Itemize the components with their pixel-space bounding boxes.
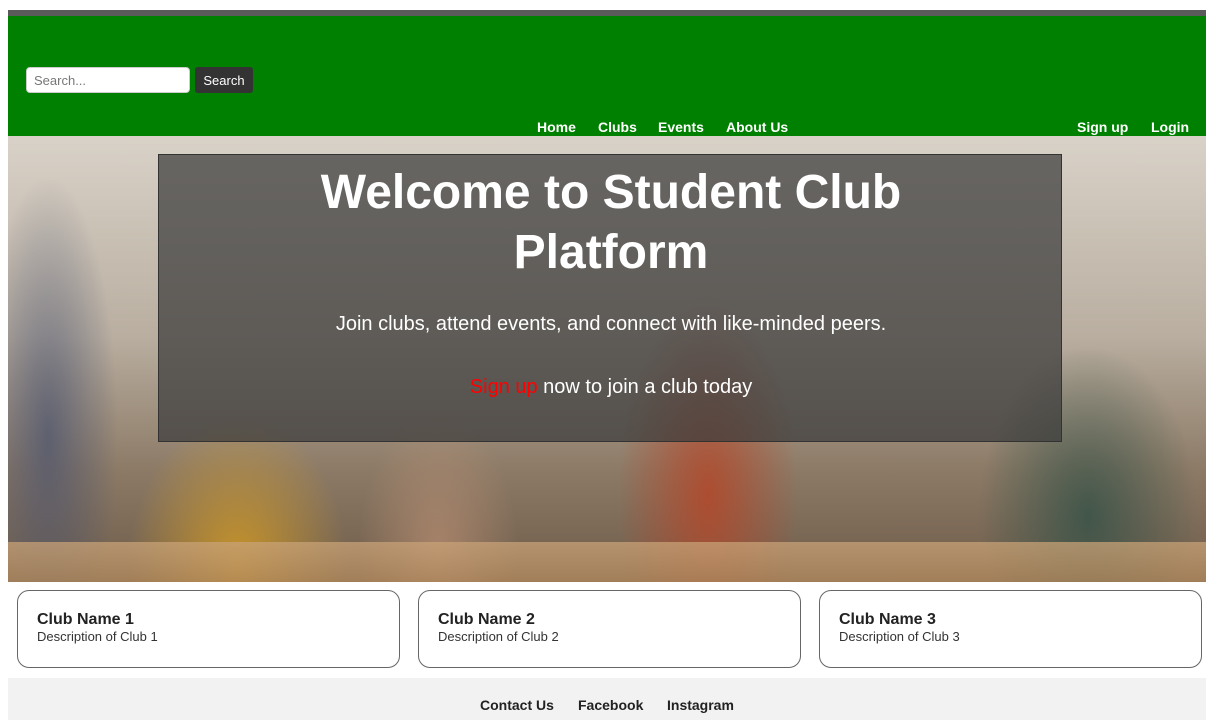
hero-title: Welcome to Student Club Platform — [320, 166, 902, 279]
hero-overlay-box: Welcome to Student Club Platform Join cl… — [158, 154, 1062, 442]
hero-cta-text: now to join a club today — [537, 376, 753, 398]
club-card-title: Club Name 3 — [839, 611, 936, 628]
search-button[interactable]: Search — [195, 67, 253, 93]
club-card-description: Description of Club 3 — [839, 629, 960, 644]
hero-background-desk — [8, 542, 1206, 582]
club-card-title: Club Name 1 — [37, 611, 134, 628]
site-header: Search Home Clubs Events About Us Sign u… — [8, 16, 1206, 136]
signup-link[interactable]: Sign up — [1077, 119, 1128, 135]
site-footer: Contact Us Facebook Instagram — [8, 678, 1206, 720]
nav-about-link[interactable]: About Us — [726, 119, 788, 135]
hero-signup-link[interactable]: Sign up — [470, 376, 538, 398]
nav-clubs-link[interactable]: Clubs — [598, 119, 637, 135]
nav-home-link[interactable]: Home — [537, 119, 576, 135]
club-card[interactable]: Club Name 2 Description of Club 2 — [418, 590, 801, 668]
hero-subtitle: Join clubs, attend events, and connect w… — [335, 313, 887, 335]
footer-contact-link[interactable]: Contact Us — [480, 697, 554, 713]
login-link[interactable]: Login — [1151, 119, 1189, 135]
club-card[interactable]: Club Name 1 Description of Club 1 — [17, 590, 400, 668]
club-card[interactable]: Club Name 3 Description of Club 3 — [819, 590, 1202, 668]
club-card-description: Description of Club 2 — [438, 629, 559, 644]
footer-instagram-link[interactable]: Instagram — [667, 697, 734, 713]
footer-facebook-link[interactable]: Facebook — [578, 697, 643, 713]
page: Search Home Clubs Events About Us Sign u… — [0, 0, 1206, 720]
club-card-description: Description of Club 1 — [37, 629, 158, 644]
hero-banner: Welcome to Student Club Platform Join cl… — [8, 136, 1206, 582]
search-input[interactable] — [26, 67, 190, 93]
nav-events-link[interactable]: Events — [658, 119, 704, 135]
club-card-title: Club Name 2 — [438, 611, 535, 628]
hero-call-to-action: Sign up now to join a club today — [159, 375, 1063, 399]
